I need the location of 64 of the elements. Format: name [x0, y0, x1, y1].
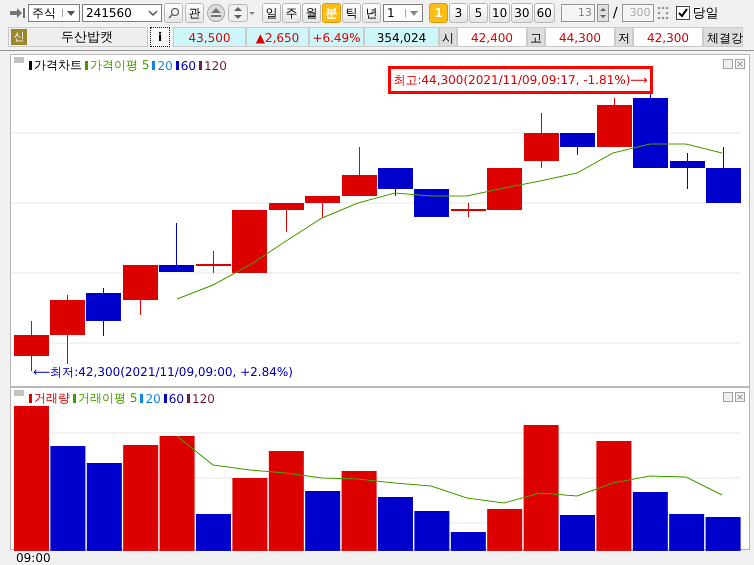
- legend-label: 20: [145, 392, 161, 406]
- candle: [269, 202, 304, 232]
- candle: [305, 196, 340, 218]
- today-checkbox[interactable]: [676, 6, 690, 20]
- volume-bar: [706, 517, 741, 551]
- interval-tab[interactable]: 5: [469, 3, 488, 23]
- legend-label: 60: [180, 58, 196, 72]
- watch-button[interactable]: 관: [185, 3, 204, 23]
- low-price-note: ⟵최저:42,300(2021/11/09,09:00, +2.84%): [33, 364, 293, 381]
- period-tab[interactable]: 월: [302, 3, 321, 23]
- candle: [414, 188, 449, 218]
- candle: [123, 264, 158, 316]
- legend-label: 120: [204, 58, 227, 72]
- today-label: 당일: [692, 5, 719, 22]
- time-label: 09:00: [16, 551, 51, 565]
- badge: 신: [11, 29, 27, 45]
- interval-select[interactable]: 1: [383, 4, 423, 22]
- price-cell: 43,500: [173, 27, 246, 47]
- high-price-note: 최고:44,300(2021/11/09,09:17, -1.81%)⟶: [388, 66, 653, 94]
- legend-label: 거래이평 5: [78, 390, 138, 407]
- search-icon: [168, 7, 180, 19]
- stock-name: 두산밥캣: [60, 29, 114, 46]
- volume-cell: 354,024: [364, 27, 439, 47]
- market-select[interactable]: 주식: [28, 4, 80, 22]
- spinner-icon[interactable]: [596, 4, 609, 22]
- maximize-button[interactable]: [723, 392, 733, 402]
- panel-handle[interactable]: [14, 57, 24, 63]
- period-tab[interactable]: 일: [262, 3, 281, 23]
- legend-label: 가격이평 5: [90, 57, 150, 74]
- interval-tab[interactable]: 60: [534, 3, 555, 23]
- field-value: 44,300: [545, 27, 615, 47]
- rate-cell: +6.49%: [309, 27, 364, 47]
- close-button[interactable]: [735, 59, 745, 69]
- stock-name-field[interactable]: 신 두산밥캣: [8, 27, 148, 47]
- field-label: 시: [439, 27, 457, 47]
- candle: [159, 222, 194, 272]
- eject-icon[interactable]: [206, 4, 226, 22]
- separator: /: [612, 5, 618, 21]
- interval-tab[interactable]: 30: [511, 3, 533, 23]
- dots-grid-icon[interactable]: [656, 5, 670, 21]
- period-tab[interactable]: 틱: [342, 3, 361, 23]
- legend-label: 60: [168, 392, 184, 406]
- up-down-spinner-icon[interactable]: [228, 4, 256, 22]
- field-label: 고: [527, 27, 545, 47]
- field-value: 42,300: [633, 27, 703, 47]
- interval-tab[interactable]: 10: [489, 3, 510, 23]
- panel-handle[interactable]: [14, 390, 24, 396]
- change-cell: ▲2,650: [246, 27, 309, 47]
- maximize-button[interactable]: [723, 59, 733, 69]
- legend-label: 120: [192, 392, 215, 406]
- field-value: 42,400: [457, 27, 527, 47]
- close-button[interactable]: [735, 392, 745, 402]
- interval-tab[interactable]: 3: [449, 3, 468, 23]
- code-field[interactable]: 241560: [82, 4, 162, 22]
- info-button[interactable]: i: [150, 27, 170, 47]
- search-button[interactable]: [164, 3, 183, 23]
- legend-label: 20: [157, 58, 173, 72]
- arrow-into-bar-icon[interactable]: [10, 7, 26, 19]
- period-tab[interactable]: 년: [362, 3, 381, 23]
- period-tab[interactable]: 주: [282, 3, 301, 23]
- legend-label: 가격차트: [34, 57, 82, 74]
- field-label: 체결강: [703, 27, 743, 47]
- field-label: 저: [615, 27, 633, 47]
- legend-label: 거래량: [34, 390, 70, 407]
